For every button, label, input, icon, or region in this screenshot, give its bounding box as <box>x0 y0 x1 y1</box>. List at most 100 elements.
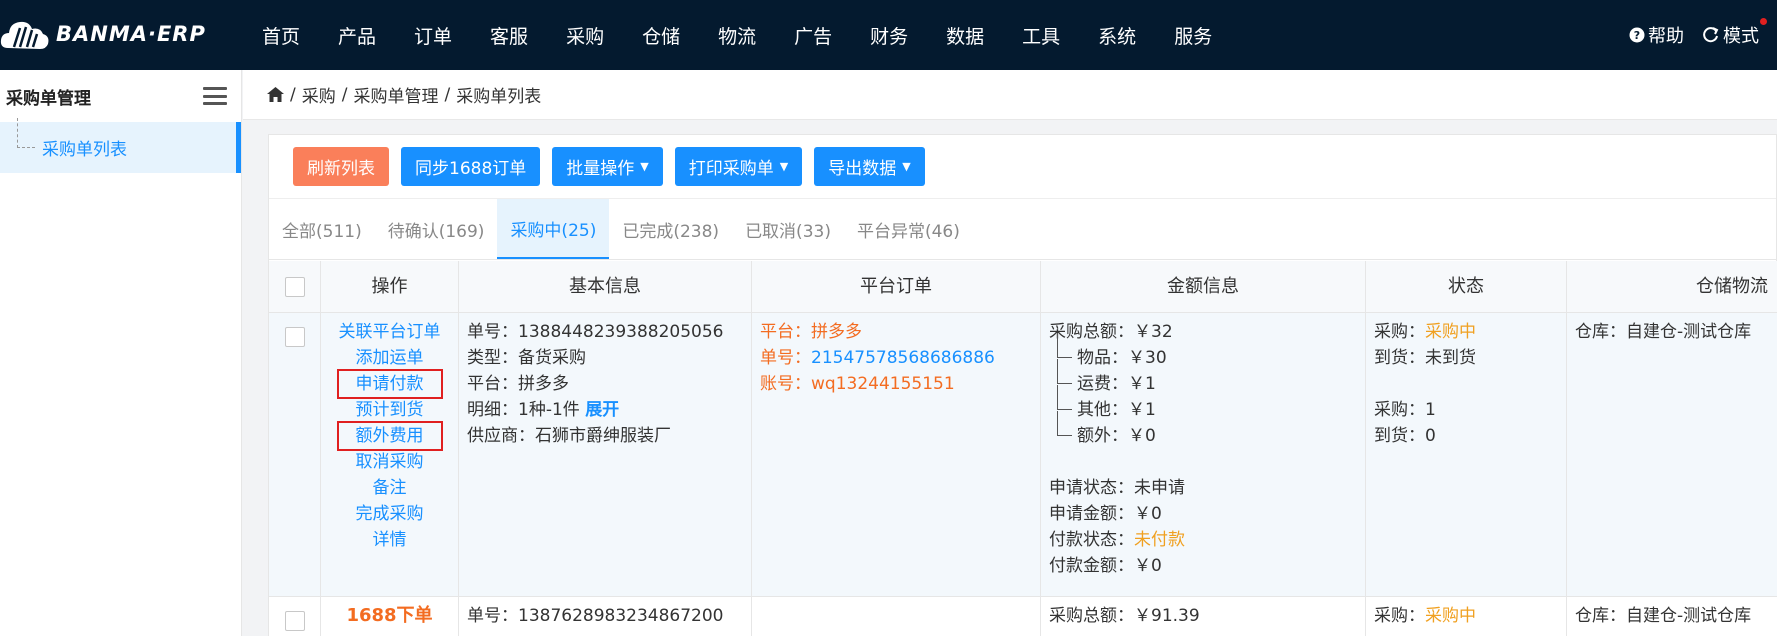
arrival-status-label: 到货： <box>1374 348 1425 368</box>
amount-cell: 采购总额：￥32 物品：￥30 运费：￥1 其他：￥1 额外：￥0 申请状态：未… <box>1041 313 1366 596</box>
order-1688-link[interactable]: 1688下单 <box>329 603 450 629</box>
nav-data[interactable]: 数据 <box>946 22 984 49</box>
question-circle-icon: ? <box>1629 27 1645 43</box>
nav-home[interactable]: 首页 <box>262 22 300 49</box>
plat-order-no[interactable]: 2154757856868688​6 <box>811 348 995 368</box>
platform-value: 拼多多 <box>518 374 569 394</box>
batch-ops-dropdown[interactable]: 批量操作 ▼ <box>552 147 663 186</box>
breadcrumb-purchase[interactable]: 采购 <box>302 82 336 107</box>
mode-button[interactable]: 模式 <box>1702 18 1767 48</box>
complete-purchase-link[interactable]: 完成采购 <box>329 501 450 527</box>
amount-cell: 采购总额：￥91.39 <box>1041 597 1366 636</box>
tab-all[interactable]: 全部(511) <box>269 199 375 259</box>
help-button[interactable]: ? 帮助 <box>1629 22 1684 48</box>
warehouse-label: 仓库： <box>1575 322 1626 342</box>
detail-label: 明细： <box>467 400 518 420</box>
breadcrumb-purchase-mgmt[interactable]: 采购单管理 <box>353 82 438 107</box>
sync-1688-button[interactable]: 同步1688订单 <box>401 147 541 186</box>
logo-text: BANMA·ERP <box>56 22 206 46</box>
breadcrumb-separator: / <box>290 84 296 105</box>
nav-tools[interactable]: 工具 <box>1022 22 1060 49</box>
nav-purchase[interactable]: 采购 <box>566 22 604 49</box>
details-link[interactable]: 详情 <box>329 527 450 553</box>
home-icon[interactable] <box>267 87 284 102</box>
refresh-list-button[interactable]: 刷新列表 <box>293 147 389 186</box>
purchase-status-label: 采购： <box>1374 606 1425 626</box>
table-row: 关联平台订单 添加运单 申请付款 预计到货 额外费用 取消采购 备注 完成采购 … <box>269 313 1777 597</box>
header-amount: 金额信息 <box>1041 261 1366 312</box>
select-all-checkbox[interactable] <box>284 276 305 297</box>
op-cell: 关联平台订单 添加运单 申请付款 预计到货 额外费用 取消采购 备注 完成采购 … <box>321 313 459 596</box>
purchase-count-label: 采购： <box>1374 400 1425 420</box>
header-op: 操作 <box>321 261 459 312</box>
sidebar-title: 采购单管理 <box>6 88 91 109</box>
zebra-cloud-icon <box>0 21 49 49</box>
logo[interactable]: BANMA·ERP <box>0 14 206 54</box>
status-cell: 采购：采购中 到货：未到货 采购：1 到货：0 <box>1366 313 1567 596</box>
platform-order-cell <box>752 597 1041 636</box>
sidebar-item-label: 采购单列表 <box>42 140 127 160</box>
warehouse-value: 自建仓-测试仓库 <box>1626 606 1752 626</box>
print-po-dropdown[interactable]: 打印采购单 ▼ <box>674 147 803 186</box>
toolbar: 刷新列表 同步1688订单 批量操作 ▼ 打印采购单 ▼ 导出数据 ▼ <box>269 135 1776 199</box>
account-value: wq13244155151 <box>811 374 955 394</box>
basic-info-cell: 单号：1388448239388205056 类型：备货采购 平台：拼多多 明细… <box>459 313 752 596</box>
row-checkbox[interactable] <box>284 611 305 631</box>
tab-pending[interactable]: 待确认(169) <box>375 199 498 259</box>
order-no: 1387628983234867200 <box>518 606 724 626</box>
platform-label: 平台： <box>467 374 518 394</box>
caret-down-icon: ▼ <box>902 160 911 173</box>
tab-purchasing[interactable]: 采购中(25) <box>497 199 610 259</box>
nav-finance[interactable]: 财务 <box>870 22 908 49</box>
menu-toggle-icon[interactable] <box>203 87 227 105</box>
top-right-actions: ? 帮助 模式 <box>1629 0 1777 70</box>
breadcrumb: / 采购 / 采购单管理 / 采购单列表 <box>243 70 1777 120</box>
tab-cancelled[interactable]: 已取消(33) <box>732 199 844 259</box>
table-header: 操作 基本信息 平台订单 金额信息 状态 仓储物流 <box>269 261 1777 313</box>
mode-label: 模式 <box>1723 26 1759 47</box>
tab-completed[interactable]: 已完成(238) <box>609 199 732 259</box>
goods-value: ￥30 <box>1128 348 1167 368</box>
warehouse-label: 仓库： <box>1575 606 1626 626</box>
tab-platform-error[interactable]: 平台异常(46) <box>844 199 973 259</box>
detail-value: 1种-1件 <box>518 400 580 420</box>
status-cell: 采购：采购中 <box>1366 597 1567 636</box>
nav-products[interactable]: 产品 <box>338 22 376 49</box>
type-value: 备货采购 <box>518 348 586 368</box>
expand-link[interactable]: 展开 <box>585 400 619 420</box>
expected-arrival-link[interactable]: 预计到货 <box>329 397 450 423</box>
order-no: 1388448239388205056 <box>518 322 724 342</box>
apply-payment-link[interactable]: 申请付款 <box>336 369 443 399</box>
nav-orders[interactable]: 订单 <box>414 22 452 49</box>
pay-status-label: 付款状态： <box>1049 530 1134 550</box>
row-checkbox-cell <box>269 313 321 596</box>
row-checkbox[interactable] <box>284 327 305 347</box>
export-data-dropdown[interactable]: 导出数据 ▼ <box>814 147 925 186</box>
nav-system[interactable]: 系统 <box>1098 22 1136 49</box>
cancel-purchase-link[interactable]: 取消采购 <box>329 449 450 475</box>
link-platform-order-link[interactable]: 关联平台订单 <box>329 319 450 345</box>
supplier-label: 供应商： <box>467 426 535 446</box>
nav-ads[interactable]: 广告 <box>794 22 832 49</box>
apply-amount-label: 申请金额： <box>1049 504 1134 524</box>
extra-fee-link[interactable]: 额外费用 <box>336 421 443 451</box>
remark-link[interactable]: 备注 <box>329 475 450 501</box>
total-value: ￥91.39 <box>1134 606 1200 626</box>
nav-logistics[interactable]: 物流 <box>718 22 756 49</box>
apply-status-value: 未申请 <box>1134 478 1185 498</box>
nav-warehouse[interactable]: 仓储 <box>642 22 680 49</box>
header-storage: 仓储物流 <box>1696 275 1768 297</box>
notification-dot <box>1760 18 1767 25</box>
purchase-status-value: 采购中 <box>1425 606 1476 626</box>
nav-services[interactable]: 服务 <box>1174 22 1212 49</box>
add-waybill-link[interactable]: 添加运单 <box>329 345 450 371</box>
nav-customer-service[interactable]: 客服 <box>490 22 528 49</box>
pay-amount-label: 付款金额： <box>1049 556 1134 576</box>
extra-value: ￥0 <box>1128 426 1156 446</box>
sidebar-item-purchase-list[interactable]: 采购单列表 <box>0 118 241 173</box>
total-label: 采购总额： <box>1049 606 1134 626</box>
purchase-count-value: 1 <box>1425 400 1436 420</box>
row-checkbox-cell <box>269 597 321 636</box>
